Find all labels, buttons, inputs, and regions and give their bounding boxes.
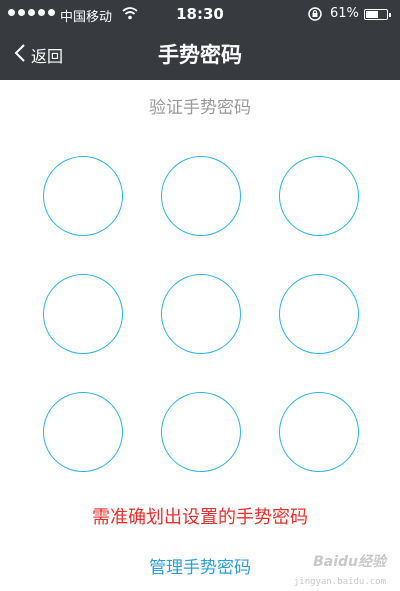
gesture-grid[interactable] — [43, 156, 363, 476]
status-bar: 中国移动 18:30 61% — [0, 0, 400, 30]
back-button[interactable]: 返回 — [14, 30, 63, 80]
back-label: 返回 — [31, 47, 64, 66]
gesture-node-5[interactable] — [161, 274, 241, 354]
gesture-node-8[interactable] — [161, 392, 241, 472]
gesture-node-7[interactable] — [43, 392, 123, 472]
gesture-node-4[interactable] — [43, 274, 123, 354]
battery-icon — [364, 9, 391, 20]
nav-bar: 返回 手势密码 — [0, 30, 400, 80]
gesture-node-1[interactable] — [43, 156, 123, 236]
watermark-brand: Baidu经验 — [313, 554, 386, 570]
gesture-node-3[interactable] — [279, 156, 359, 236]
battery-percent: 61% — [330, 6, 359, 21]
watermark-url: jingyan.baidu.com — [293, 577, 386, 587]
gesture-node-6[interactable] — [279, 274, 359, 354]
gesture-node-9[interactable] — [279, 392, 359, 472]
error-message: 需准确划出设置的手势密码 — [92, 507, 308, 528]
baidu-watermark: Baidu经验 jingyan.baidu.com — [266, 551, 386, 587]
rotation-lock-icon — [307, 6, 323, 26]
chevron-left-icon — [14, 43, 26, 67]
gesture-prompt: 验证手势密码 — [149, 98, 251, 118]
gesture-node-2[interactable] — [161, 156, 241, 236]
